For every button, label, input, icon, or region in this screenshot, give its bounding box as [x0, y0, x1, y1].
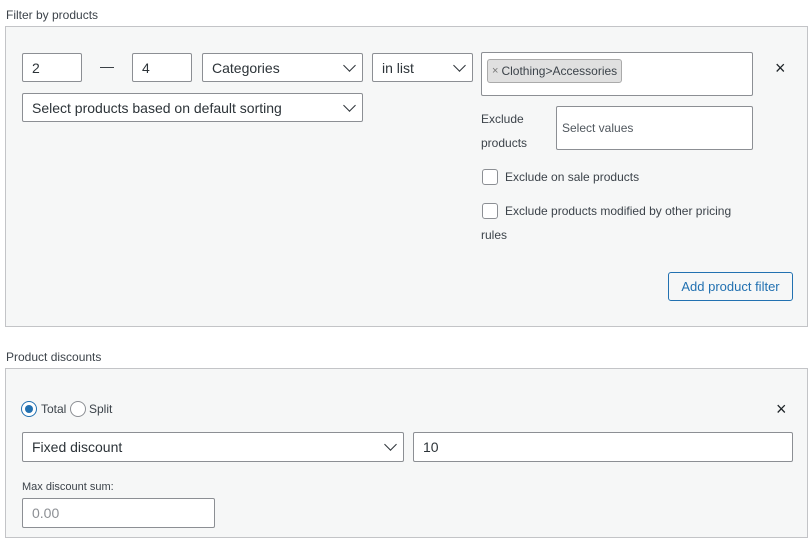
filter-panel: 2 — 4 Categories in list × Clothing>Acce…: [5, 26, 808, 327]
chevron-down-icon: [384, 438, 397, 451]
max-discount-input[interactable]: 0.00: [22, 498, 215, 528]
remove-discount-icon[interactable]: ×: [776, 400, 787, 418]
filter-section-title: Filter by products: [6, 8, 99, 22]
sorting-value: Select products based on default sorting: [32, 99, 282, 116]
range-dash: —: [100, 58, 114, 74]
radio-total[interactable]: [21, 401, 37, 417]
chevron-down-icon: [343, 98, 356, 112]
chevron-down-icon: [453, 58, 466, 72]
radio-total-label: Total: [41, 402, 67, 416]
discount-panel: Total Split × Fixed discount 10 Max disc…: [5, 368, 808, 538]
radio-split[interactable]: [70, 401, 86, 417]
qty-from-input[interactable]: 2: [22, 53, 82, 82]
filter-type-value: Categories: [212, 59, 280, 76]
remove-tag-icon[interactable]: ×: [492, 65, 498, 77]
discount-value-input[interactable]: 10: [413, 432, 793, 462]
max-discount-placeholder: 0.00: [32, 505, 60, 521]
max-discount-label: Max discount sum:: [22, 481, 114, 493]
filter-method-select[interactable]: in list: [372, 53, 473, 82]
filter-method-value: in list: [382, 59, 414, 76]
exclude-on-sale-label: Exclude on sale products: [505, 170, 640, 184]
qty-to-input[interactable]: 4: [132, 53, 192, 82]
exclude-placeholder: Select values: [562, 121, 634, 135]
discount-section-title: Product discounts: [6, 350, 102, 364]
exclude-products-input[interactable]: Select values: [556, 106, 753, 150]
sorting-select[interactable]: Select products based on default sorting: [22, 93, 363, 122]
exclude-products-label: Exclude products: [481, 112, 528, 150]
remove-filter-icon[interactable]: ×: [775, 59, 786, 77]
discount-type-select[interactable]: Fixed discount: [22, 432, 404, 462]
exclude-on-sale-checkbox[interactable]: [482, 169, 498, 185]
chevron-down-icon: [343, 58, 356, 72]
exclude-modified-label: Exclude products modified by other prici…: [481, 204, 732, 242]
tag-label: Clothing>Accessories: [501, 64, 618, 78]
discount-type-value: Fixed discount: [32, 439, 123, 455]
filter-type-select[interactable]: Categories: [202, 53, 363, 82]
add-product-filter-button[interactable]: Add product filter: [668, 272, 793, 301]
selected-value-tag: × Clothing>Accessories: [487, 59, 623, 83]
radio-split-label: Split: [89, 402, 113, 416]
